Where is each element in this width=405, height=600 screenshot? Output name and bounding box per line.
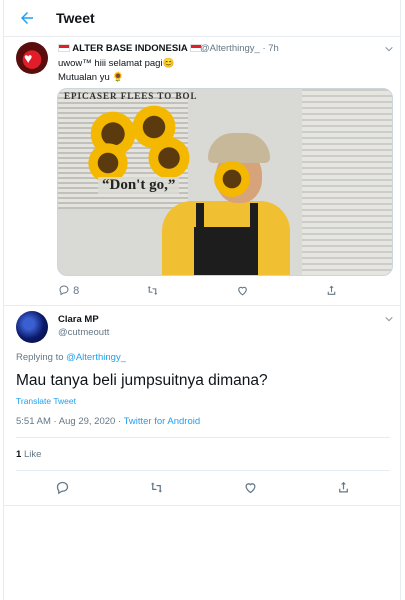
tweet-image[interactable]: EPICASER FLEES TO BOL “Don't go,” [57,88,393,276]
replying-to-link[interactable]: @Alterthingy_ [66,352,126,363]
divider [4,505,400,506]
person-overall [196,203,204,233]
like-count[interactable]: 1 Like [16,449,41,460]
reply-button[interactable]: 8 [58,284,79,297]
newspaper-headline: EPICASER FLEES TO BOL [64,91,198,101]
person-hat [208,133,270,163]
share-icon[interactable] [336,480,351,495]
header: Tweet [4,0,400,37]
tweet-meta: 5:51 AM · Aug 29, 2020 · Twitter for And… [16,416,200,427]
author-handle-time[interactable]: @Alterthingy_ · 7h [200,43,279,54]
replying-to: Replying to @Alterthingy_ [16,352,126,363]
sunflower-image [212,159,252,199]
person-overall [194,227,258,275]
sunflower-image [146,135,192,181]
timestamp[interactable]: 5:51 AM · Aug 29, 2020 · [16,416,124,427]
author-handle[interactable]: @cutmeoutt [58,327,109,338]
like-icon[interactable] [243,480,258,495]
author-name[interactable]: ALTER BASE INDONESIA [58,43,202,54]
author-name[interactable]: Clara MP [58,314,99,325]
newsprint-collage [302,89,392,275]
divider [16,470,390,471]
back-arrow-icon[interactable] [18,9,38,27]
translate-tweet-link[interactable]: Translate Tweet [16,396,76,406]
avatar[interactable]: ♥ [16,42,48,74]
share-icon[interactable] [325,284,338,297]
chevron-down-icon[interactable] [384,314,394,324]
person-overall [250,203,258,233]
retweet-icon[interactable] [146,284,159,297]
source-link[interactable]: Twitter for Android [124,416,201,427]
image-quote: “Don't go,” [98,177,180,194]
divider [4,305,400,306]
tweet-actions [4,480,400,496]
indonesia-flag-icon [58,44,70,52]
chevron-down-icon[interactable] [384,44,394,54]
tweet-actions: 8 [58,284,378,298]
tweet-page: Tweet ♥ ALTER BASE INDONESIA @Alterthing… [3,0,401,600]
heart-logo-icon: ♥ [24,50,33,66]
divider [16,437,390,438]
tweet-text: uwow™ hiii selamat pagi😊 Mutualan yu 🌻 [58,58,175,83]
reply-icon[interactable] [55,480,70,495]
avatar[interactable] [16,311,48,343]
tweet-text: Mau tanya beli jumpsuitnya dimana? [16,372,268,389]
like-icon[interactable] [236,284,249,297]
retweet-icon[interactable] [149,480,164,495]
page-title: Tweet [56,10,95,26]
